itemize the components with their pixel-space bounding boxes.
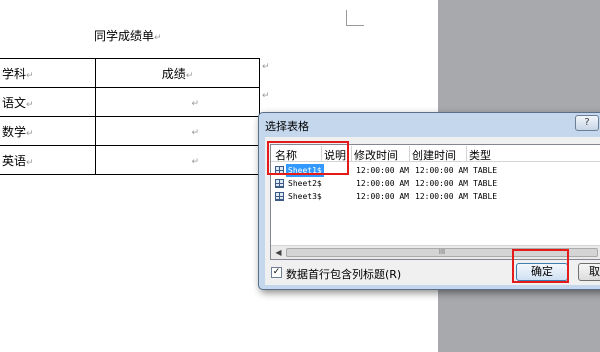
item-type: TABLE [473,192,498,201]
help-button[interactable]: ? [575,115,599,131]
select-table-dialog: 选择表格 ? 名称 说明 修改时间 创建时间 类型 Sheet1$ 12:00:… [258,112,600,290]
item-created: 12:00:00 AM [415,166,468,175]
dialog-titlebar[interactable]: 选择表格 ? [259,113,600,135]
page-corner-mark [346,10,364,26]
table-row: 英语↵ ↵ [0,145,260,175]
scroll-thumb[interactable]: III [286,248,598,257]
paragraph-mark: ↵ [26,157,34,168]
column-divider[interactable] [409,146,410,161]
table-row: 数学↵ ↵ [0,116,260,146]
item-modified: 12:00:00 AM [356,166,409,175]
table-list[interactable]: 名称 说明 修改时间 创建时间 类型 Sheet1$ 12:00:00 AM 1… [270,144,600,260]
item-created: 12:00:00 AM [415,179,468,188]
row-end-mark: ↵ [262,62,270,72]
paragraph-mark: ↵ [191,157,199,167]
item-name: Sheet3$ [288,192,322,201]
list-item-sheet3[interactable]: Sheet3$ 12:00:00 AM 12:00:00 AM TABLE [271,190,600,203]
item-name: Sheet1$ [286,164,324,177]
paragraph-mark: ↵ [191,99,199,109]
item-type: TABLE [473,179,498,188]
table-cell-score[interactable]: ↵ [95,145,260,175]
item-modified: 12:00:00 AM [356,179,409,188]
dialog-body: 名称 说明 修改时间 创建时间 类型 Sheet1$ 12:00:00 AM 1… [265,137,600,285]
column-divider[interactable] [351,146,352,161]
list-item-sheet2[interactable]: Sheet2$ 12:00:00 AM 12:00:00 AM TABLE [271,177,600,190]
table-header-row: 学科↵ 成绩↵ [0,58,260,88]
table-header-score[interactable]: 成绩↵ [95,58,260,88]
horizontal-scrollbar[interactable]: ◀ III [271,245,600,259]
subject-text: 语文 [2,95,27,110]
table-cell-score[interactable]: ↵ [95,116,260,146]
item-modified: 12:00:00 AM [356,192,409,201]
paragraph-mark: ↵ [26,70,34,81]
table-icon [275,179,284,188]
paragraph-mark: ↵ [191,128,199,138]
column-header-modified[interactable]: 修改时间 [354,147,398,163]
header-score-text: 成绩 [161,66,186,81]
subject-text: 英语 [2,153,27,168]
column-divider[interactable] [321,146,322,161]
column-divider[interactable] [466,146,467,161]
item-name: Sheet2$ [288,179,322,188]
dialog-title: 选择表格 [265,120,309,133]
first-row-header-label[interactable]: 数据首行包含列标题(R) [286,266,401,282]
item-created: 12:00:00 AM [415,192,468,201]
column-header-name[interactable]: 名称 [275,147,297,163]
first-row-header-checkbox[interactable]: ✓ [271,267,282,278]
document-title-text: 同学成绩单 [94,29,155,43]
paragraph-mark: ↵ [26,128,34,139]
list-header: 名称 说明 修改时间 创建时间 类型 [271,145,600,162]
table-header-subject[interactable]: 学科↵ [0,58,96,88]
ok-button[interactable]: 确定 [516,263,568,281]
score-table: 学科↵ 成绩↵ 语文↵ ↵ 数学↵ ↵ 英语↵ ↵ [0,58,260,175]
table-cell-subject[interactable]: 数学↵ [0,116,96,146]
table-icon [275,192,284,201]
scroll-left-arrow-icon[interactable]: ◀ [272,247,285,258]
paragraph-mark: ↵ [154,33,162,43]
row-end-mark: ↵ [262,91,270,101]
cancel-button[interactable]: 取消 [578,263,600,281]
column-header-description[interactable]: 说明 [324,147,346,163]
document-title: 同学成绩单↵ [94,27,162,44]
header-subject-text: 学科 [2,66,27,81]
table-cell-score[interactable]: ↵ [95,87,260,117]
column-header-created[interactable]: 创建时间 [412,147,456,163]
subject-text: 数学 [2,124,27,139]
table-cell-subject[interactable]: 英语↵ [0,145,96,175]
column-header-type[interactable]: 类型 [469,147,491,163]
table-cell-subject[interactable]: 语文↵ [0,87,96,117]
paragraph-mark: ↵ [185,70,194,81]
item-type: TABLE [473,166,498,175]
table-row: 语文↵ ↵ [0,87,260,117]
table-icon [275,166,284,175]
paragraph-mark: ↵ [26,99,34,110]
list-item-sheet1[interactable]: Sheet1$ 12:00:00 AM 12:00:00 AM TABLE [271,164,600,177]
